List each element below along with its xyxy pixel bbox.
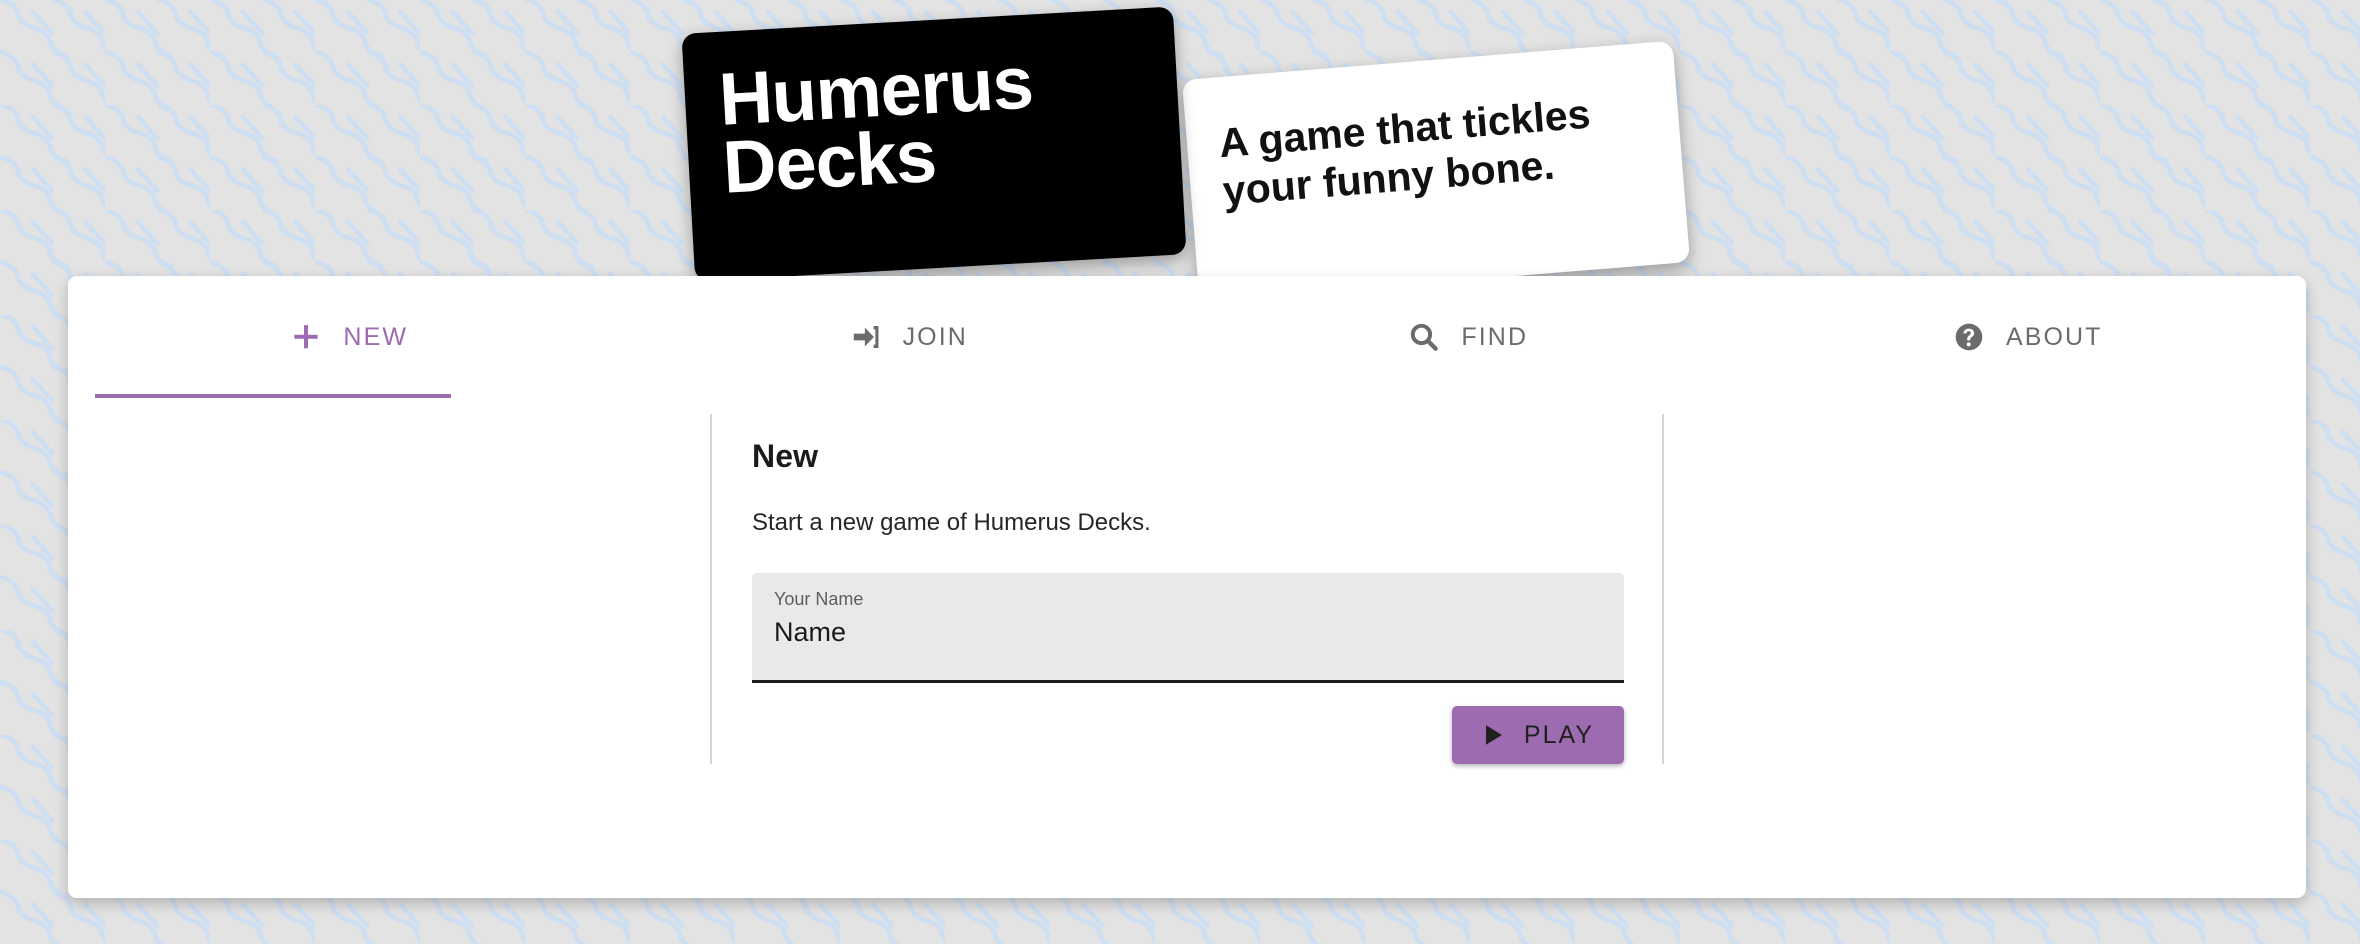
tab-find-label: FIND bbox=[1461, 322, 1529, 351]
plus-icon bbox=[287, 318, 325, 356]
app-title: Humerus Decks bbox=[716, 40, 1035, 209]
your-name-input[interactable]: Name bbox=[774, 617, 1602, 648]
main-panel: NEW JOIN FIND ABOUT New Start a new game… bbox=[68, 276, 2306, 898]
form-actions: PLAY bbox=[752, 706, 1624, 764]
play-button[interactable]: PLAY bbox=[1451, 706, 1624, 764]
play-button-label: PLAY bbox=[1523, 720, 1594, 749]
page-description: Start a new game of Humerus Decks. bbox=[752, 509, 1151, 536]
new-game-form: New Start a new game of Humerus Decks. Y… bbox=[710, 414, 1664, 764]
your-name-label: Your Name bbox=[774, 589, 864, 609]
tab-bar: NEW JOIN FIND ABOUT bbox=[68, 276, 2306, 398]
your-name-field[interactable]: Your Name Name bbox=[752, 573, 1624, 683]
login-arrow-icon bbox=[847, 318, 885, 356]
play-triangle-icon bbox=[1478, 720, 1508, 750]
search-icon bbox=[1405, 318, 1443, 356]
tab-about-label: ABOUT bbox=[2005, 322, 2103, 351]
tab-find[interactable]: FIND bbox=[1187, 276, 1747, 398]
title-card: Humerus Decks bbox=[681, 6, 1187, 282]
content-area: New Start a new game of Humerus Decks. Y… bbox=[68, 398, 2306, 764]
tab-join[interactable]: JOIN bbox=[628, 276, 1188, 398]
tab-new[interactable]: NEW bbox=[68, 276, 628, 398]
tab-new-label: NEW bbox=[343, 322, 409, 351]
tab-about[interactable]: ABOUT bbox=[1747, 276, 2307, 398]
tab-join-label: JOIN bbox=[902, 322, 968, 351]
help-circle-icon bbox=[1950, 318, 1988, 356]
page-title: New bbox=[752, 438, 819, 474]
tagline-card: A game that tickles your funny bone. bbox=[1181, 40, 1691, 302]
app-tagline: A game that tickles your funny bone. bbox=[1217, 90, 1592, 215]
